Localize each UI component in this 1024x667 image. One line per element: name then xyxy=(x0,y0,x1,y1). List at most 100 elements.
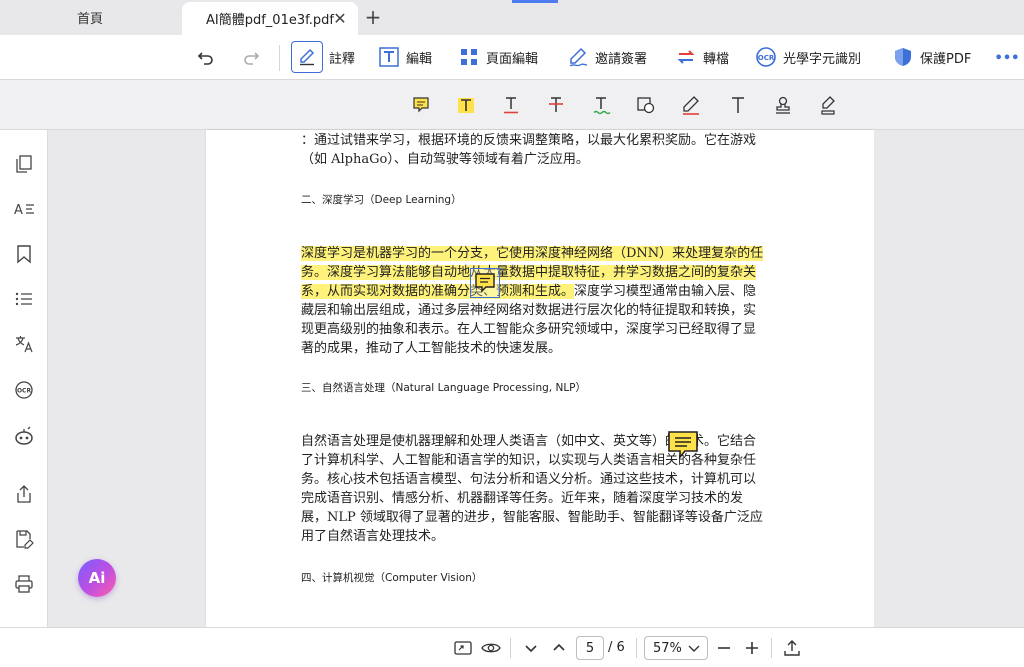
comment-icon xyxy=(475,273,495,293)
printer-icon xyxy=(15,575,33,593)
main-toolbar: 註釋 編輯 頁面編輯 邀請簽署 轉檔 OCR 光學字元識別 保護PDF ••• xyxy=(0,35,1024,80)
paragraph-text: 深度学习模型通常由输入层、隐 xyxy=(574,284,757,299)
undo-icon xyxy=(197,52,213,65)
undo-button[interactable] xyxy=(193,45,219,71)
next-page-button[interactable] xyxy=(520,637,542,659)
sign-pen-icon xyxy=(821,96,835,115)
minus-icon xyxy=(718,647,730,649)
save-as-button[interactable] xyxy=(12,527,36,551)
redo-button[interactable] xyxy=(238,45,264,71)
highlight-tool[interactable] xyxy=(454,93,478,117)
text-icon xyxy=(732,97,744,113)
new-tab-button[interactable]: + xyxy=(362,5,384,29)
text-edit-icon xyxy=(378,46,400,68)
edit-button[interactable]: 編輯 xyxy=(378,41,432,73)
ocr-label: 光學字元識別 xyxy=(783,51,862,67)
convert-label: 轉檔 xyxy=(703,51,730,67)
section-heading-deep-learning: 二、深度学习（Deep Learning） xyxy=(301,194,462,206)
stamp-tool[interactable] xyxy=(771,93,795,117)
page-total: / 6 xyxy=(608,640,625,655)
eye-icon xyxy=(481,643,501,653)
zoom-in-button[interactable] xyxy=(741,637,763,659)
share-button[interactable] xyxy=(12,482,36,506)
highlight-span[interactable]: 深度学习是机器学习的一个分支，它使用深度神经网络（DNN）来处理复杂的任 xyxy=(301,246,764,261)
zoom-select[interactable]: 57% xyxy=(644,636,708,660)
annotate-button[interactable]: 註釋 xyxy=(291,41,355,73)
more-options-button[interactable]: ••• xyxy=(994,45,1020,71)
text-list-icon: A xyxy=(14,203,34,218)
edit-label: 編輯 xyxy=(406,51,433,67)
chevron-down-icon xyxy=(688,645,700,652)
strikethrough-tool[interactable] xyxy=(544,93,568,117)
reading-mode-button[interactable] xyxy=(480,637,502,659)
protect-pdf-button[interactable]: 保護PDF xyxy=(892,41,971,73)
ai-assistant-button[interactable] xyxy=(12,424,36,448)
plus-icon xyxy=(746,642,758,654)
paragraph-line: 藏层和输出层组成，通过多层神经网络对数据进行层次化的特征提取和转换，实 xyxy=(301,303,757,318)
chevron-down-icon xyxy=(525,645,537,653)
paragraph-line: 务。核心技术包括语言模型、句法分析和语义分析。通过这些技术，计算机可以 xyxy=(301,472,757,487)
squiggly-tool[interactable] xyxy=(589,93,613,117)
text-recognition-button[interactable]: A xyxy=(12,197,36,221)
paragraph-line: 著的成果，推动了人工智能技术的快速发展。 xyxy=(301,341,562,356)
pen-icon xyxy=(291,41,323,73)
highlight-span[interactable]: 务。深度学习算法能够自动地从大量数据中提取特征，并学习数据之间的复杂关 xyxy=(301,265,757,280)
print-button[interactable] xyxy=(12,572,36,596)
close-icon[interactable]: ✕ xyxy=(330,8,350,28)
tab-document-label: AI簡體pdf_01e3f.pdf xyxy=(206,13,334,28)
strikethrough-icon xyxy=(549,97,563,112)
text-box-tool[interactable] xyxy=(726,93,750,117)
shape-tool[interactable] xyxy=(634,93,658,117)
zoom-out-button[interactable] xyxy=(713,637,735,659)
sticky-note-annotation[interactable] xyxy=(470,268,500,298)
bookmark-icon xyxy=(17,245,31,264)
robot-icon xyxy=(15,426,33,445)
page-edit-label: 頁面編輯 xyxy=(486,51,539,67)
ocr-button[interactable]: OCR 光學字元識別 xyxy=(755,41,861,73)
previous-page-button[interactable] xyxy=(548,637,570,659)
annotation-toolbar xyxy=(0,80,1024,130)
pdf-page[interactable]: ：通过试错来学习，根据环境的反馈来调整策略，以最大化累积奖励。它在游戏 （如 A… xyxy=(206,130,874,627)
paragraph-line: ：通过试错来学习，根据环境的反馈来调整策略，以最大化累积奖励。它在游戏 xyxy=(301,133,757,148)
convert-button[interactable]: 轉檔 xyxy=(675,41,729,73)
tab-bar: 首頁 AI簡體pdf_01e3f.pdf ✕ + xyxy=(0,0,1024,35)
tab-document[interactable]: AI簡體pdf_01e3f.pdf ✕ xyxy=(182,2,358,35)
page-number-input[interactable]: 5 xyxy=(576,636,604,660)
redo-icon xyxy=(244,52,260,65)
bottom-status-bar: 5 / 6 57% xyxy=(0,627,1024,667)
list-icon xyxy=(15,292,32,306)
ocr-sidebar-button[interactable]: OCR xyxy=(12,378,36,402)
svg-text:A: A xyxy=(14,203,23,218)
sticky-note-tool[interactable] xyxy=(409,93,433,117)
fit-page-button[interactable] xyxy=(452,637,474,659)
highlighted-line: 系，从而实现对数据的准确分类、预测和生成。深度学习模型通常由输入层、隐 xyxy=(301,282,756,301)
thumbnails-button[interactable] xyxy=(12,152,36,176)
shape-icon xyxy=(637,97,655,114)
request-signature-label: 邀請簽署 xyxy=(595,51,648,67)
svg-text:OCR: OCR xyxy=(17,388,32,395)
share-icon xyxy=(17,485,31,503)
outline-button[interactable] xyxy=(12,287,36,311)
translate-button[interactable] xyxy=(12,332,36,356)
sticky-note-annotation[interactable] xyxy=(666,428,700,462)
ai-floating-button[interactable]: Ai xyxy=(78,559,116,597)
save-edit-icon xyxy=(16,530,34,549)
page-edit-button[interactable]: 頁面編輯 xyxy=(458,41,538,73)
upload-icon xyxy=(784,640,800,656)
pencil-tool[interactable] xyxy=(679,93,703,117)
ocr-icon: OCR xyxy=(755,46,777,68)
underline-tool[interactable] xyxy=(499,93,523,117)
tab-home[interactable]: 首頁 xyxy=(0,0,180,35)
window-accent-bar xyxy=(512,0,558,3)
grid-icon xyxy=(458,46,480,68)
highlight-span[interactable]: 系，从而实现对数据的准确分类、预测和生成。 xyxy=(301,284,575,299)
request-signature-button[interactable]: 邀請簽署 xyxy=(567,41,647,73)
section-heading-computer-vision: 四、计算机视觉（Computer Vision） xyxy=(301,572,483,584)
zoom-value: 57% xyxy=(653,640,682,656)
upload-button[interactable] xyxy=(781,637,803,659)
signature-tool[interactable] xyxy=(816,93,840,117)
protect-pdf-label: 保護PDF xyxy=(920,51,972,67)
annotate-label: 註釋 xyxy=(329,51,356,67)
bookmarks-button[interactable] xyxy=(12,242,36,266)
pencil-icon xyxy=(683,96,699,115)
